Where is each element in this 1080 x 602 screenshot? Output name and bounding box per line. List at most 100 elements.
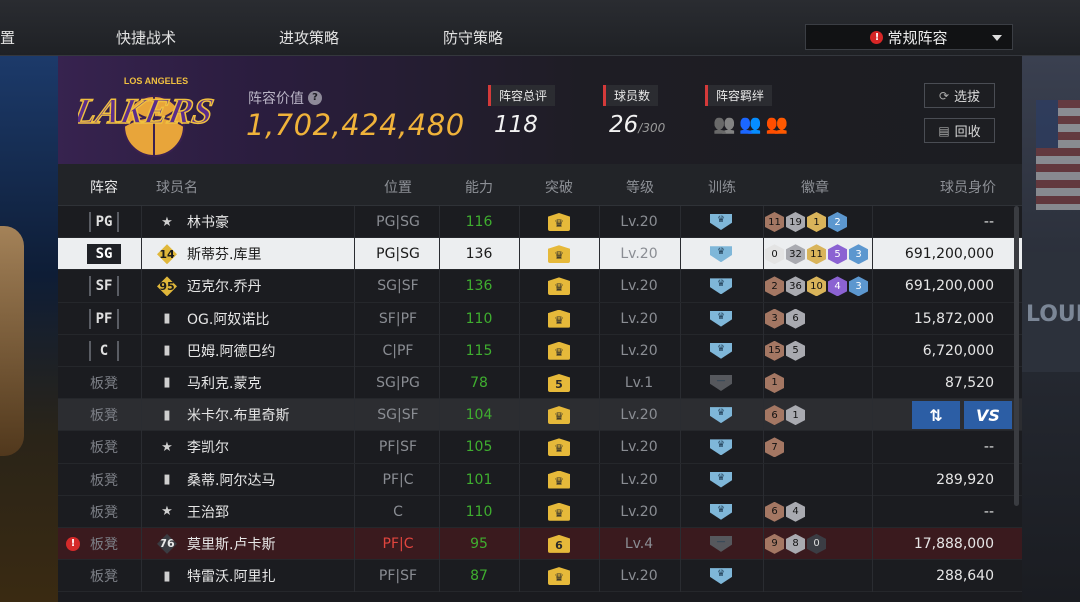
name-cell[interactable]: 斯蒂芬.库里 [187, 238, 357, 270]
training-cell[interactable]: ♛ [680, 496, 762, 528]
badges-cell[interactable] [765, 464, 875, 496]
table-row[interactable]: 板凳 ▮ 特雷沃.阿里扎 PF|SF 87 ♛ Lv.20 ♛ 288,640 [58, 560, 1022, 593]
badge-icon[interactable]: 1 [786, 405, 805, 426]
table-row[interactable]: ! 板凳 76 莫里斯.卢卡斯 PF|C 95 6 Lv.4 — 980 17,… [58, 527, 1022, 561]
badges-cell[interactable]: 64 [765, 496, 875, 528]
badge-icon[interactable]: 6 [786, 308, 805, 329]
name-cell[interactable]: 莫里斯.卢卡斯 [187, 528, 357, 560]
col-level[interactable]: 等级 [615, 177, 665, 197]
col-slot[interactable]: 阵容 [84, 177, 124, 197]
break-cell[interactable]: ♛ [519, 496, 599, 528]
badges-cell[interactable]: 15 5 [765, 335, 875, 367]
slot-cell[interactable]: 板凳 [84, 560, 124, 592]
slot-cell[interactable]: 板凳 [84, 367, 124, 399]
badge-icon[interactable]: 6 [765, 501, 784, 522]
training-cell[interactable]: ♛ [680, 270, 762, 302]
badges-cell[interactable]: 2 36 10 4 3 [765, 270, 875, 302]
table-row[interactable]: PG ★ 林书豪 PG|SG 116 ♛ Lv.20 ♛ 11 19 1 2 -- [58, 206, 1022, 239]
slot-cell[interactable]: C [84, 335, 124, 367]
badges-cell[interactable] [765, 560, 875, 592]
name-cell[interactable]: 巴姆.阿德巴约 [187, 335, 357, 367]
slot-cell[interactable]: 板凳 [84, 464, 124, 496]
break-cell[interactable]: ♛ [519, 238, 599, 270]
badge-icon[interactable]: 19 [786, 212, 805, 232]
nav-item-settings[interactable]: 置 [0, 28, 15, 48]
badge-icon[interactable]: 1 [807, 212, 826, 232]
training-cell[interactable]: ♛ [680, 206, 762, 238]
draft-button[interactable]: ⟳ 选拔 [924, 83, 995, 108]
col-name[interactable]: 球员名 [156, 177, 206, 197]
table-row[interactable]: C ▮ 巴姆.阿德巴约 C|PF 115 ♛ Lv.20 ♛ 15 5 6,720… [58, 334, 1022, 367]
badge-icon[interactable]: 2 [765, 276, 784, 297]
badge-icon[interactable]: 3 [849, 276, 868, 297]
name-cell[interactable]: 林书豪 [187, 206, 357, 238]
slot-cell[interactable]: 板凳 [84, 399, 124, 431]
badge-icon[interactable]: 2 [828, 212, 847, 232]
training-cell[interactable]: ♛ [680, 303, 762, 335]
name-cell[interactable]: 桑蒂.阿尔达马 [187, 464, 357, 496]
slot-cell[interactable]: 板凳 [84, 431, 124, 463]
table-row[interactable]: 板凳 ★ 李凯尔 PF|SF 105 ♛ Lv.20 ♛ 7 -- [58, 431, 1022, 464]
badge-icon[interactable]: 10 [807, 276, 826, 297]
name-cell[interactable]: OG.阿奴诺比 [187, 303, 357, 335]
badges-cell[interactable]: 61 [765, 399, 875, 431]
slot-cell[interactable]: 板凳 [84, 496, 124, 528]
slot-cell[interactable]: SG [84, 238, 124, 270]
break-cell[interactable]: ♛ [519, 206, 599, 238]
badge-icon[interactable]: 3 [765, 308, 784, 329]
break-cell[interactable]: 6 [519, 528, 599, 560]
nav-item-defense-strategy[interactable]: 防守策略 [443, 28, 503, 48]
badge-icon[interactable]: 4 [786, 501, 805, 522]
slot-cell[interactable]: SF [84, 270, 124, 302]
training-cell[interactable]: ♛ [680, 431, 762, 463]
badge-icon[interactable]: 1 [765, 372, 784, 393]
badge-icon[interactable]: 8 [786, 533, 805, 554]
badge-icon[interactable]: 4 [828, 276, 847, 297]
name-cell[interactable]: 马利克.蒙克 [187, 367, 357, 399]
recycle-button[interactable]: ▤ 回收 [924, 118, 995, 143]
badge-icon[interactable]: 7 [765, 437, 784, 458]
badges-cell[interactable]: 36 [765, 303, 875, 335]
badges-cell[interactable]: 1 [765, 367, 875, 399]
chem-icon-group[interactable]: 👥 👥 👥 [713, 114, 788, 135]
table-row[interactable]: 板凳 ▮ 马利克.蒙克 SG|PG 78 5 Lv.1 — 1 87,520 [58, 366, 1022, 400]
col-position[interactable]: 位置 [373, 177, 423, 197]
nav-item-quick-tactics[interactable]: 快捷战术 [116, 28, 176, 48]
training-cell[interactable]: — [680, 528, 762, 560]
badge-icon[interactable]: 15 [765, 340, 784, 361]
nav-item-offense-strategy[interactable]: 进攻策略 [279, 28, 339, 48]
break-cell[interactable]: ♛ [519, 399, 599, 431]
break-cell[interactable]: ♛ [519, 303, 599, 335]
table-row[interactable]: 板凳 ▮ 桑蒂.阿尔达马 PF|C 101 ♛ Lv.20 ♛ 289,920 [58, 463, 1022, 496]
badge-icon[interactable]: 9 [765, 533, 784, 554]
slot-cell[interactable]: PF [84, 303, 124, 335]
badge-icon[interactable]: 36 [786, 276, 805, 297]
break-cell[interactable]: ♛ [519, 335, 599, 367]
badge-icon[interactable]: 0 [807, 533, 826, 554]
lineup-dropdown[interactable]: ! 常规阵容 [805, 24, 1013, 50]
break-cell[interactable]: 5 [519, 367, 599, 399]
badge-icon[interactable]: 0 [765, 244, 784, 265]
badges-cell[interactable]: 0 32 11 5 3 [765, 238, 875, 270]
badge-icon[interactable]: 3 [849, 244, 868, 265]
badge-icon[interactable]: 11 [807, 244, 826, 265]
badge-icon[interactable]: 32 [786, 244, 805, 265]
training-cell[interactable]: — [680, 367, 762, 399]
badge-icon[interactable]: 11 [765, 212, 784, 232]
break-cell[interactable]: ♛ [519, 270, 599, 302]
scrollbar[interactable] [1014, 206, 1019, 506]
compare-vs-button[interactable]: VS [964, 401, 1012, 430]
name-cell[interactable]: 特雷沃.阿里扎 [187, 560, 357, 592]
name-cell[interactable]: 李凯尔 [187, 431, 357, 463]
name-cell[interactable]: 王治郅 [187, 496, 357, 528]
badge-icon[interactable]: 6 [765, 405, 784, 426]
table-row[interactable]: SF 95 迈克尔.乔丹 SG|SF 136 ♛ Lv.20 ♛ 2 36 10 4 3… [58, 270, 1022, 303]
col-price[interactable]: 球员身价 [928, 177, 1008, 197]
table-row[interactable]: PF ▮ OG.阿奴诺比 SF|PF 110 ♛ Lv.20 ♛ 36 15,8… [58, 302, 1022, 335]
name-cell[interactable]: 米卡尔.布里奇斯 [187, 399, 357, 431]
training-cell[interactable]: ♛ [680, 464, 762, 496]
table-row[interactable]: 板凳 ▮ 米卡尔.布里奇斯 SG|SF 104 ♛ Lv.20 ♛ 61 3 ⇅… [58, 399, 1022, 432]
swap-button[interactable]: ⇅ [912, 401, 960, 430]
table-row[interactable]: SG 14 斯蒂芬.库里 PG|SG 136 ♛ Lv.20 ♛ 0 32 11 5 3… [58, 238, 1022, 271]
break-cell[interactable]: ♛ [519, 464, 599, 496]
